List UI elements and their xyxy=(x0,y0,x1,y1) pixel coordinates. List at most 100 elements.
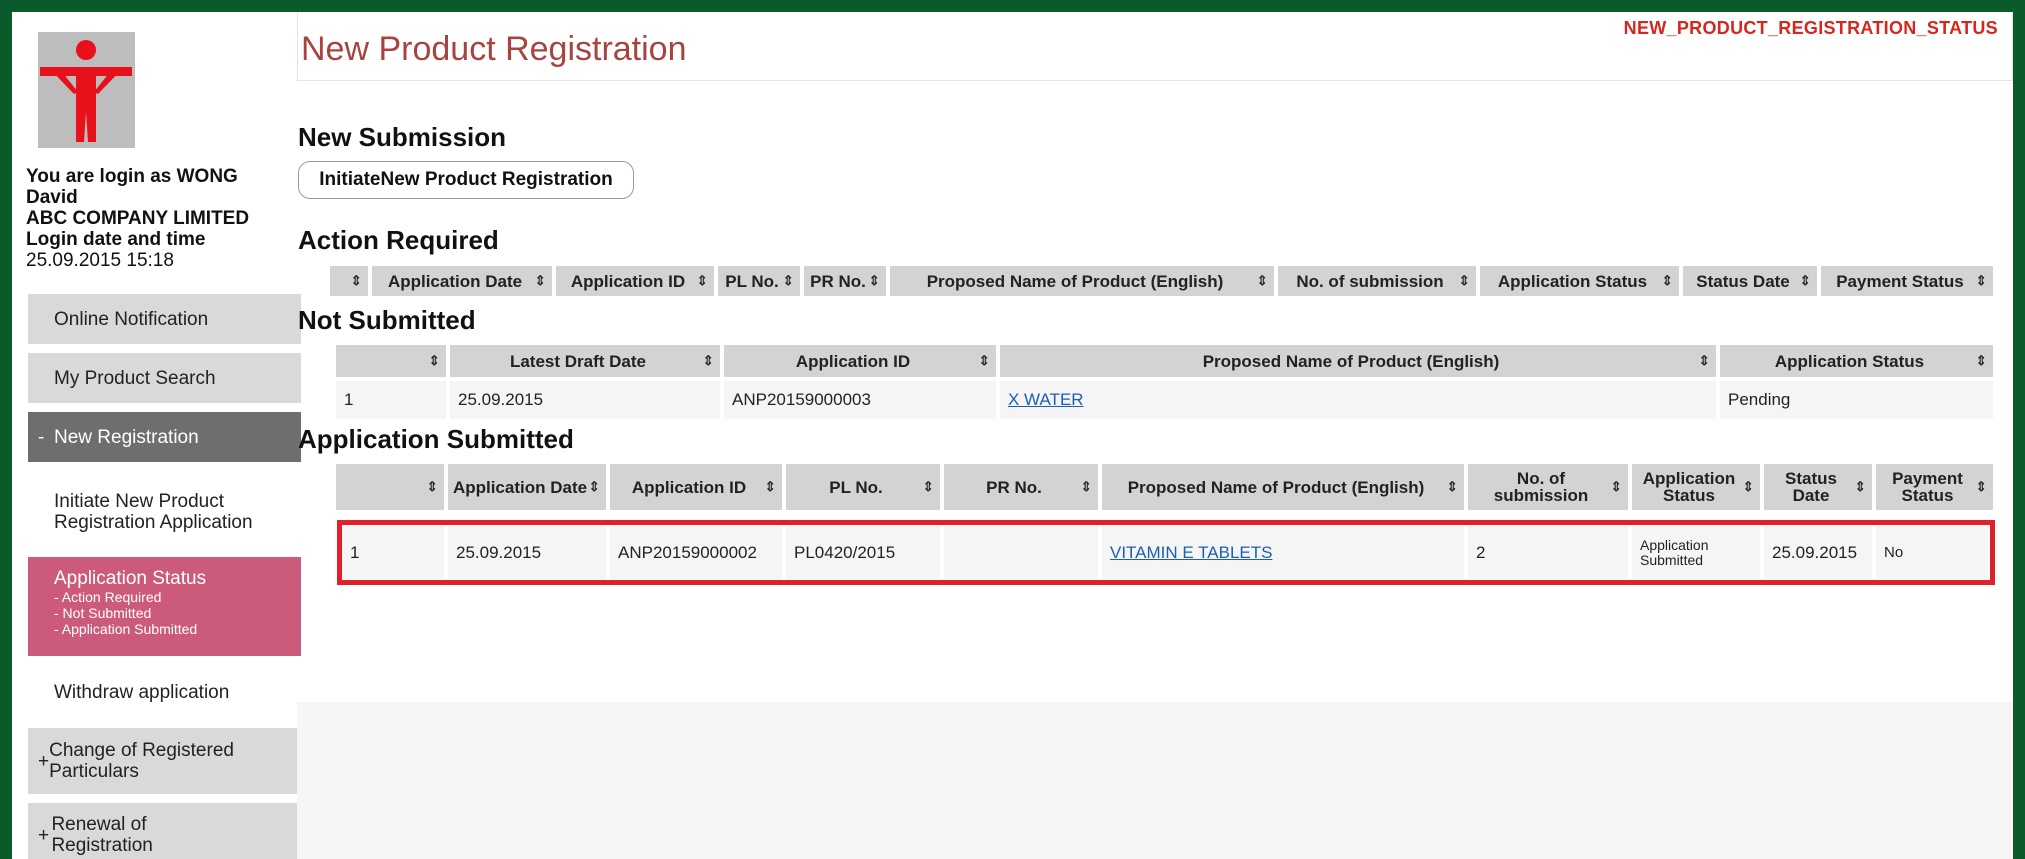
sidebar-item-withdraw[interactable]: Withdraw application xyxy=(28,667,301,717)
col-header-no-of-submission[interactable]: No. of submission ⇕ xyxy=(1278,266,1476,296)
sort-icon: ⇕ xyxy=(696,272,708,289)
col-header-index[interactable]: ⇕ xyxy=(330,266,368,296)
sidebar-item-product-search[interactable]: My Product Search xyxy=(28,353,301,403)
page-code: NEW_PRODUCT_REGISTRATION_STATUS xyxy=(1623,18,1998,38)
status-sub-application-submitted[interactable]: - Application Submitted xyxy=(54,621,301,637)
cell-index: 1 xyxy=(342,526,444,579)
sort-icon: ⇕ xyxy=(764,478,776,495)
col-header-pr-no[interactable]: PR No. ⇕ xyxy=(804,266,886,296)
sidebar-item-label: Change of Registered Particulars xyxy=(49,740,234,782)
sort-icon: ⇕ xyxy=(1661,272,1673,289)
col-header-payment-status[interactable]: Payment Status ⇕ xyxy=(1821,266,1993,296)
col-header-pl-no[interactable]: PL No. ⇕ xyxy=(718,266,800,296)
sort-icon: ⇕ xyxy=(534,272,546,289)
col-header-application-id[interactable]: Application ID ⇕ xyxy=(724,345,996,377)
sidebar-item-application-status[interactable]: Application Status - Action Required - N… xyxy=(28,557,301,656)
sidebar-item-change-particulars[interactable]: + Change of Registered Particulars xyxy=(28,728,301,794)
cell-payment-status: No xyxy=(1876,526,1988,579)
sort-icon: ⇕ xyxy=(1446,478,1458,495)
sidebar-item-label: Renewal of Registration xyxy=(51,814,153,856)
collapse-icon: - xyxy=(38,426,45,448)
cell-application-status: Application Submitted xyxy=(1632,526,1760,579)
application-submitted-title: Application Submitted xyxy=(298,424,574,454)
sidebar-item-initiate-application[interactable]: Initiate New Product Registration Applic… xyxy=(28,476,301,548)
cell-pr-no xyxy=(944,526,1098,579)
sort-icon: ⇕ xyxy=(1975,478,1987,495)
product-link[interactable]: X WATER xyxy=(1008,390,1084,410)
col-header-pl-no[interactable]: PL No. ⇕ xyxy=(786,464,940,510)
col-header-index[interactable]: ⇕ xyxy=(336,345,446,377)
cell-application-date: 25.09.2015 xyxy=(448,526,606,579)
expand-icon: + xyxy=(38,824,50,846)
sort-icon: ⇕ xyxy=(588,478,600,495)
cell-product-name: VITAMIN E TABLETS xyxy=(1102,526,1464,579)
sort-icon: ⇕ xyxy=(868,272,880,289)
sort-icon: ⇕ xyxy=(1975,352,1987,369)
col-header-application-date[interactable]: Application Date ⇕ xyxy=(448,464,606,510)
sidebar-item-label: Application Status xyxy=(54,568,207,589)
sort-icon: ⇕ xyxy=(1742,478,1754,495)
col-header-application-status[interactable]: Application Status ⇕ xyxy=(1480,266,1679,296)
sort-icon: ⇕ xyxy=(428,352,440,369)
cell-status-date: 25.09.2015 xyxy=(1764,526,1872,579)
col-header-pr-no[interactable]: PR No. ⇕ xyxy=(944,464,1098,510)
sidebar-item-label: Online Notification xyxy=(54,308,209,330)
col-header-status-date[interactable]: Status Date ⇕ xyxy=(1683,266,1817,296)
expand-icon: + xyxy=(38,750,50,772)
cell-index: 1 xyxy=(336,381,446,419)
page-title: New Product Registration xyxy=(301,30,687,68)
login-user-line2: David xyxy=(26,187,78,208)
sidebar: You are login as WONG David ABC COMPANY … xyxy=(12,12,301,859)
sort-icon: ⇕ xyxy=(782,272,794,289)
sidebar-item-renewal[interactable]: + Renewal of Registration xyxy=(28,803,301,859)
cell-product-name: X WATER xyxy=(1000,381,1716,419)
col-header-product-name[interactable]: Proposed Name of Product (English) ⇕ xyxy=(890,266,1274,296)
sort-icon: ⇕ xyxy=(1799,272,1811,289)
cell-application-id: ANP20159000003 xyxy=(724,381,996,419)
col-header-index[interactable]: ⇕ xyxy=(336,464,444,510)
sort-icon: ⇕ xyxy=(1610,478,1622,495)
person-logo-icon xyxy=(38,32,135,148)
col-header-application-id[interactable]: Application ID ⇕ xyxy=(610,464,782,510)
col-header-application-id[interactable]: Application ID ⇕ xyxy=(556,266,714,296)
sidebar-item-online-notification[interactable]: Online Notification xyxy=(28,294,301,344)
cell-draft-date: 25.09.2015 xyxy=(450,381,720,419)
col-header-status-date[interactable]: Status Date ⇕ xyxy=(1764,464,1872,510)
col-header-product-name[interactable]: Proposed Name of Product (English) ⇕ xyxy=(1102,464,1464,510)
login-user-line1: You are login as WONG xyxy=(26,166,238,187)
col-header-no-of-submission[interactable]: No. of submission ⇕ xyxy=(1468,464,1628,510)
col-header-latest-draft-date[interactable]: Latest Draft Date ⇕ xyxy=(450,345,720,377)
sort-icon: ⇕ xyxy=(1854,478,1866,495)
col-header-application-date[interactable]: Application Date ⇕ xyxy=(372,266,552,296)
sort-icon: ⇕ xyxy=(350,272,362,289)
sort-icon: ⇕ xyxy=(426,478,438,495)
sidebar-item-label: My Product Search xyxy=(54,367,216,389)
sort-icon: ⇕ xyxy=(978,352,990,369)
sort-icon: ⇕ xyxy=(702,352,714,369)
col-header-application-status[interactable]: Application Status ⇕ xyxy=(1632,464,1760,510)
sidebar-item-label: New Registration xyxy=(54,426,199,448)
not-submitted-title: Not Submitted xyxy=(298,305,476,335)
col-header-application-status[interactable]: Application Status ⇕ xyxy=(1720,345,1993,377)
login-company: ABC COMPANY LIMITED xyxy=(26,208,250,229)
sort-icon: ⇕ xyxy=(1256,272,1268,289)
col-header-product-name[interactable]: Proposed Name of Product (English) ⇕ xyxy=(1000,345,1716,377)
cell-pl-no: PL0420/2015 xyxy=(786,526,940,579)
status-sub-not-submitted[interactable]: - Not Submitted xyxy=(54,605,301,621)
sort-icon: ⇕ xyxy=(1458,272,1470,289)
login-info: You are login as WONG David ABC COMPANY … xyxy=(26,166,292,271)
initiate-registration-button[interactable]: InitiateNew Product Registration xyxy=(298,161,634,199)
new-submission-title: New Submission xyxy=(298,122,507,152)
sort-icon: ⇕ xyxy=(1975,272,1987,289)
cell-application-status: Pending xyxy=(1720,381,1993,419)
sidebar-item-new-registration[interactable]: - New Registration xyxy=(28,412,301,462)
login-datetime-label: Login date and time xyxy=(26,229,206,250)
col-header-payment-status[interactable]: Payment Status ⇕ xyxy=(1876,464,1993,510)
logo xyxy=(38,32,135,148)
status-sub-action-required[interactable]: - Action Required xyxy=(54,589,301,605)
content-footer-area xyxy=(297,702,2013,859)
sort-icon: ⇕ xyxy=(922,478,934,495)
login-datetime: 25.09.2015 15:18 xyxy=(26,250,174,271)
app-frame: You are login as WONG David ABC COMPANY … xyxy=(12,12,2013,859)
product-link[interactable]: VITAMIN E TABLETS xyxy=(1110,543,1272,563)
